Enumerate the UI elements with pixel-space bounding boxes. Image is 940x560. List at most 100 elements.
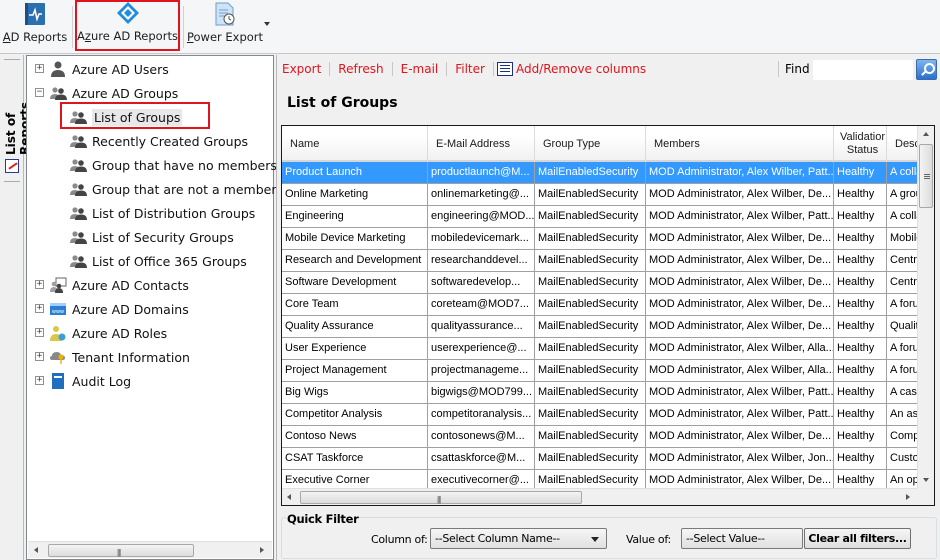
columns-icon[interactable] — [496, 62, 513, 76]
name-cell: Research and Development — [282, 250, 428, 271]
email-cell: onlinemarketing@... — [428, 184, 535, 205]
tree-item-group-that-are-not-a-member-of[interactable]: Group that are not a member of — [69, 178, 292, 200]
tree-item-azure-ad-contacts[interactable]: + Azure AD Contacts — [35, 274, 189, 296]
tree-item-list-of-distribution-groups[interactable]: List of Distribution Groups — [69, 202, 255, 224]
tree-item-recently-created-groups[interactable]: Recently Created Groups — [69, 130, 248, 152]
grid-horizontal-scrollbar[interactable]: ||| — [282, 488, 918, 505]
name-cell: Software Development — [282, 272, 428, 293]
tree-item-list-of-office-365-groups[interactable]: List of Office 365 Groups — [69, 250, 247, 272]
group-icon — [49, 85, 67, 101]
tree-item-label: Group that have no members — [92, 157, 277, 173]
table-row[interactable]: Research and Development researchanddevel… — [282, 250, 933, 272]
expand-icon[interactable]: + — [35, 376, 44, 385]
scroll-down-icon[interactable] — [923, 478, 929, 482]
table-row[interactable]: Mobile Device Marketing mobiledevicemark.… — [282, 228, 933, 250]
ad-reports-button[interactable]: AD Reports — [2, 2, 67, 50]
tree-item-azure-ad-users[interactable]: + Azure AD Users — [35, 58, 169, 80]
filter-link[interactable]: Filter — [455, 62, 485, 76]
grid-vscroll-thumb[interactable] — [919, 144, 933, 208]
group-type-cell: MailEnabledSecurity — [535, 360, 646, 381]
tree-item-audit-log[interactable]: + Audit Log — [35, 370, 131, 392]
table-row[interactable]: Contoso News contosonews@M... MailEnabledS… — [282, 426, 933, 448]
email-link[interactable]: E-mail — [401, 62, 439, 76]
validation-status-cell: Healthy — [834, 184, 887, 205]
validation-status-cell: Healthy — [834, 360, 887, 381]
table-row[interactable]: CSAT Taskforce csattaskforce@M... MailEnab… — [282, 448, 933, 470]
expand-icon[interactable]: + — [35, 328, 44, 337]
scroll-right-icon[interactable] — [260, 547, 264, 553]
members-cell: MOD Administrator, Alex Wilber, De... — [646, 228, 834, 249]
email-cell: projectmanageme... — [428, 360, 535, 381]
tab-divider — [4, 181, 20, 182]
members-cell: MOD Administrator, Alex Wilber, De... — [646, 426, 834, 447]
scroll-left-icon[interactable] — [34, 547, 38, 553]
expand-icon[interactable]: + — [35, 352, 44, 361]
find-input[interactable] — [813, 60, 913, 80]
azure-ad-reports-button[interactable]: Azure AD Reports — [75, 0, 180, 51]
name-cell: User Experience — [282, 338, 428, 359]
validation-status-cell: Healthy — [834, 404, 887, 425]
tree-item-list-of-security-groups[interactable]: List of Security Groups — [69, 226, 234, 248]
members-cell: MOD Administrator, Alex Wilber, Patt... — [646, 404, 834, 425]
validation-status-cell: Healthy — [834, 426, 887, 447]
quick-filter-group: Quick Filter Column of: --Select Column … — [281, 512, 937, 559]
members-cell: MOD Administrator, Alex Wilber, De... — [646, 316, 834, 337]
tree-scroll-thumb[interactable]: ||| — [48, 544, 194, 557]
group-icon — [69, 157, 87, 173]
members-cell: MOD Administrator, Alex Wilber, De... — [646, 250, 834, 271]
ad-reports-accesskey: A — [2, 30, 11, 44]
column-header-validation-status[interactable]: Validatior Status — [834, 126, 887, 162]
scroll-right-icon[interactable] — [906, 494, 910, 500]
find-search-button[interactable] — [916, 59, 937, 80]
tree-item-azure-ad-domains[interactable]: + www Azure AD Domains — [35, 298, 189, 320]
value-select[interactable]: --Select Value-- — [681, 528, 803, 549]
tree-item-label: Azure AD Contacts — [72, 277, 189, 293]
table-row[interactable]: Product Launch productlaunch@M... MailEnab… — [282, 162, 933, 184]
table-row[interactable]: Big Wigs bigwigs@MOD799... MailEnabledSecu… — [282, 382, 933, 404]
document-clock-icon — [213, 2, 237, 26]
table-row[interactable]: Competitor Analysis competitoranalysis...… — [282, 404, 933, 426]
add-remove-columns-link[interactable]: Add/Remove columns — [516, 62, 646, 76]
expand-icon[interactable]: + — [35, 304, 44, 313]
table-row[interactable]: Quality Assurance qualityassurance... Mail… — [282, 316, 933, 338]
clear-all-filters-button[interactable]: Clear all filters... — [804, 528, 911, 549]
export-link[interactable]: Export — [282, 62, 321, 76]
refresh-link[interactable]: Refresh — [338, 62, 383, 76]
table-row[interactable]: Online Marketing onlinemarketing@... MailE… — [282, 184, 933, 206]
tree-item-azure-ad-roles[interactable]: + Azure AD Roles — [35, 322, 167, 344]
email-cell: productlaunch@M... — [428, 162, 535, 183]
column-header-name[interactable]: Name — [282, 126, 428, 162]
table-row[interactable]: Software Development softwaredevelop... Ma… — [282, 272, 933, 294]
tree-item-group-that-have-no-members[interactable]: Group that have no members — [69, 154, 277, 176]
find-label: Find — [785, 62, 810, 76]
expand-icon[interactable]: + — [35, 280, 44, 289]
ribbon-separator — [183, 6, 184, 48]
validation-status-cell: Healthy — [834, 294, 887, 315]
tree-horizontal-scrollbar[interactable]: ||| — [28, 541, 272, 558]
table-row[interactable]: User Experience userexperience@... MailEna… — [282, 338, 933, 360]
power-export-button[interactable]: Power Export — [187, 2, 263, 50]
power-export-dropdown-icon[interactable] — [264, 22, 270, 26]
roles-icon — [49, 325, 67, 341]
table-row[interactable]: Core Team coreteam@MOD7... MailEnabledSecu… — [282, 294, 933, 316]
group-type-cell: MailEnabledSecurity — [535, 426, 646, 447]
column-header-group-type[interactable]: Group Type — [535, 126, 646, 162]
column-header-members[interactable]: Members — [646, 126, 834, 162]
scroll-left-icon[interactable] — [287, 494, 291, 500]
tree-item-azure-ad-groups[interactable]: − Azure AD Groups — [35, 82, 178, 104]
expand-icon[interactable]: + — [35, 64, 44, 73]
name-cell: Quality Assurance — [282, 316, 428, 337]
table-row[interactable]: Engineering engineering@MOD... MailEnabled… — [282, 206, 933, 228]
grid-hscroll-thumb[interactable]: ||| — [300, 491, 582, 504]
chevron-down-icon — [591, 537, 599, 542]
grid-vertical-scrollbar[interactable] — [917, 126, 934, 488]
table-row[interactable]: Project Management projectmanageme... Mail… — [282, 360, 933, 382]
column-name-select[interactable]: --Select Column Name-- — [430, 528, 607, 549]
collapse-icon[interactable]: − — [35, 88, 44, 97]
tree-item-tenant-information[interactable]: + Tenant Information — [35, 346, 190, 368]
members-cell: MOD Administrator, Alex Wilber, Patt... — [646, 382, 834, 403]
list-of-reports-tab[interactable]: List of Reports — [2, 59, 32, 183]
grid-header: Name E-Mail Address Group Type Members V… — [282, 126, 933, 162]
column-header-email[interactable]: E-Mail Address — [428, 126, 535, 162]
scroll-up-icon[interactable] — [923, 132, 929, 136]
